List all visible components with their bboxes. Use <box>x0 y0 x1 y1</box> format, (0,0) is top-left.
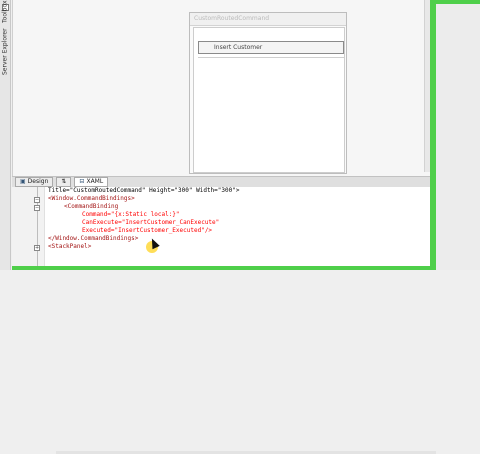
code-line[interactable]: <CommandBinding <box>64 203 118 211</box>
frame-border-bottom <box>12 266 436 270</box>
tab-swap-panes[interactable]: ⇅ <box>56 177 72 187</box>
swap-icon: ⇅ <box>61 178 67 185</box>
line-gutter <box>12 187 45 266</box>
code-line[interactable]: </Window.CommandBindings> <box>48 235 138 243</box>
tab-design[interactable]: ▣ Design <box>15 177 54 187</box>
expand-icon[interactable]: + <box>34 245 40 251</box>
left-tool-strip: Toolbox Server Explorer <box>0 0 11 270</box>
toolbox-tab[interactable]: Toolbox <box>0 0 10 24</box>
designer-window-preview[interactable]: CustomRoutedCommand Insert Customer <box>189 12 347 174</box>
code-line[interactable]: Command="{x:Static local:}" <box>82 211 180 219</box>
insert-customer-button[interactable]: Insert Customer <box>198 41 344 54</box>
tab-xaml-label: XAML <box>86 178 104 185</box>
stackpanel-outline <box>198 57 344 58</box>
tab-design-label: Design <box>27 178 49 185</box>
outer-background <box>436 4 480 270</box>
server-explorer-tab[interactable]: Server Explorer <box>0 28 10 76</box>
tab-xaml[interactable]: ⊟ XAML <box>74 177 109 187</box>
collapse-icon[interactable]: − <box>34 205 40 211</box>
window-title: CustomRoutedCommand <box>190 13 346 26</box>
code-line[interactable]: <StackPanel> <box>48 243 91 251</box>
code-line[interactable]: Title="CustomRoutedCommand" Height="300"… <box>48 187 239 195</box>
xaml-code-editor[interactable]: − − + Title="CustomRoutedCommand" Height… <box>12 187 436 454</box>
design-icon: ▣ <box>20 178 26 185</box>
window-client-area[interactable]: Insert Customer <box>193 27 345 173</box>
code-line[interactable]: <Window.CommandBindings> <box>48 195 135 203</box>
code-line[interactable]: CanExecute="InsertCustomer_CanExecute" <box>82 219 219 227</box>
collapse-icon[interactable]: − <box>34 197 40 203</box>
code-line[interactable]: Executed="InsertCustomer_Executed"/> <box>82 227 212 235</box>
xaml-icon: ⊟ <box>79 178 85 185</box>
